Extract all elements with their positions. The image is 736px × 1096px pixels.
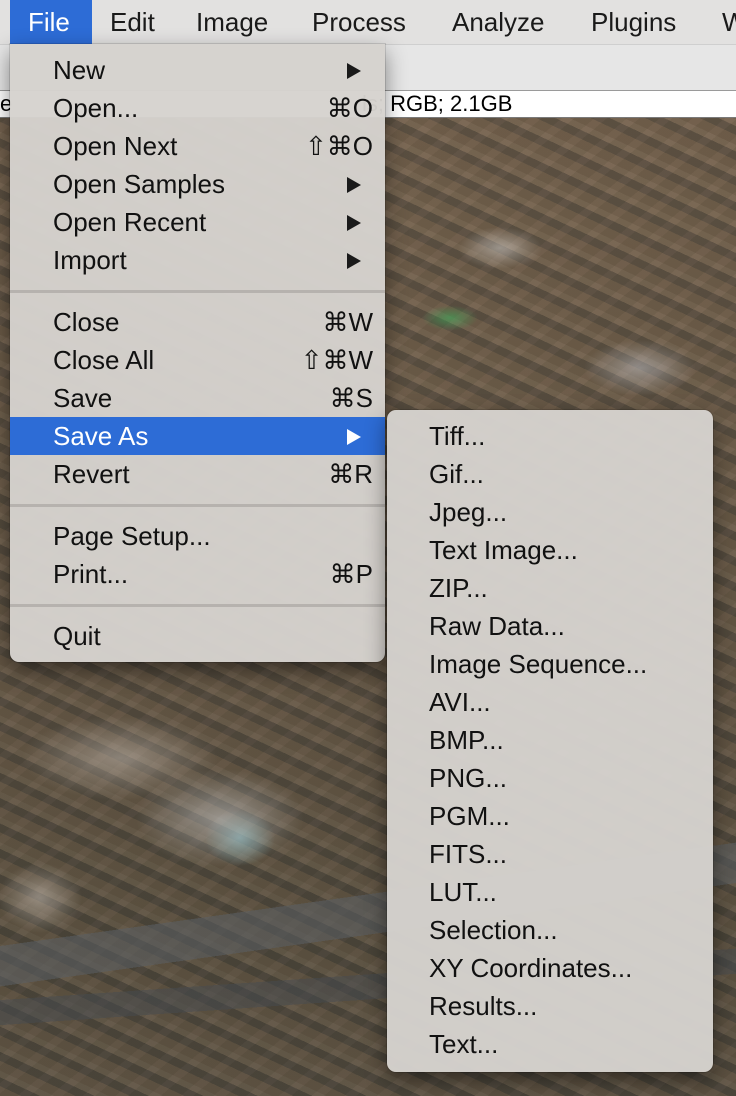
- menu-image[interactable]: Image: [178, 0, 286, 44]
- menu-item-label: Jpeg...: [429, 497, 508, 527]
- save-as-pgm[interactable]: PGM...: [387, 797, 713, 835]
- save-as-bmp[interactable]: BMP...: [387, 721, 713, 759]
- save-as-submenu: Tiff... Gif... Jpeg... Text Image... ZIP…: [387, 410, 713, 1072]
- menu-item-shortcut: ⇧⌘O: [304, 131, 373, 161]
- menu-item-open-next[interactable]: Open Next ⇧⌘O: [10, 127, 385, 165]
- menu-item-label: Open Recent: [53, 207, 207, 237]
- menu-plugins[interactable]: Plugins: [573, 0, 694, 44]
- menu-item-label: AVI...: [429, 687, 491, 717]
- menu-edit[interactable]: Edit: [92, 0, 173, 44]
- save-as-xy-coordinates[interactable]: XY Coordinates...: [387, 949, 713, 987]
- menu-item-shortcut: ⌘O: [326, 93, 373, 123]
- menu-item-label: Selection...: [429, 915, 558, 945]
- save-as-jpeg[interactable]: Jpeg...: [387, 493, 713, 531]
- save-as-avi[interactable]: AVI...: [387, 683, 713, 721]
- menu-item-print[interactable]: Print... ⌘P: [10, 555, 385, 593]
- menu-item-import[interactable]: Import: [10, 241, 385, 279]
- menu-item-label: PNG...: [429, 763, 508, 793]
- menu-item-shortcut: ⌘W: [322, 307, 373, 337]
- menu-item-save-as[interactable]: Save As: [10, 417, 385, 455]
- menu-item-label: Close All: [53, 345, 155, 375]
- menu-item-label: Text...: [429, 1029, 499, 1059]
- menu-item-label: Save As: [53, 421, 149, 451]
- menu-item-label: Open...: [53, 93, 139, 123]
- menu-separator: [10, 604, 385, 607]
- save-as-fits[interactable]: FITS...: [387, 835, 713, 873]
- submenu-arrow-icon: [347, 253, 361, 269]
- menu-item-label: BMP...: [429, 725, 504, 755]
- submenu-arrow-icon: [347, 177, 361, 193]
- menu-item-label: Results...: [429, 991, 538, 1021]
- menu-item-label: XY Coordinates...: [429, 953, 633, 983]
- save-as-text-image[interactable]: Text Image...: [387, 531, 713, 569]
- save-as-selection[interactable]: Selection...: [387, 911, 713, 949]
- menu-analyze[interactable]: Analyze: [434, 0, 563, 44]
- save-as-tiff[interactable]: Tiff...: [387, 417, 713, 455]
- menu-item-quit[interactable]: Quit: [10, 617, 385, 655]
- save-as-zip[interactable]: ZIP...: [387, 569, 713, 607]
- menu-item-save[interactable]: Save ⌘S: [10, 379, 385, 417]
- submenu-arrow-icon: [347, 215, 361, 231]
- menu-item-label: Print...: [53, 559, 129, 589]
- menu-item-label: Quit: [53, 621, 101, 651]
- menu-item-revert[interactable]: Revert ⌘R: [10, 455, 385, 493]
- menu-item-label: Import: [53, 245, 127, 275]
- save-as-raw-data[interactable]: Raw Data...: [387, 607, 713, 645]
- menu-item-shortcut: ⌘S: [329, 383, 373, 413]
- menu-item-close[interactable]: Close ⌘W: [10, 303, 385, 341]
- menu-item-label: Page Setup...: [53, 521, 211, 551]
- menu-item-label: New: [53, 55, 106, 85]
- menu-item-shortcut: ⇧⌘W: [300, 345, 373, 375]
- save-as-png[interactable]: PNG...: [387, 759, 713, 797]
- menu-item-open[interactable]: Open... ⌘O: [10, 89, 385, 127]
- menu-item-open-samples[interactable]: Open Samples: [10, 165, 385, 203]
- menu-item-label: FITS...: [429, 839, 507, 869]
- save-as-text[interactable]: Text...: [387, 1025, 713, 1063]
- menu-item-open-recent[interactable]: Open Recent: [10, 203, 385, 241]
- menu-item-shortcut: ⌘R: [328, 459, 373, 489]
- menu-item-label: Gif...: [429, 459, 484, 489]
- submenu-arrow-icon: [347, 63, 361, 79]
- menubar: File Edit Image Process Analyze Plugins …: [0, 0, 736, 45]
- menu-item-label: Raw Data...: [429, 611, 565, 641]
- menu-item-close-all[interactable]: Close All ⇧⌘W: [10, 341, 385, 379]
- menu-item-label: Text Image...: [429, 535, 578, 565]
- save-as-image-sequence[interactable]: Image Sequence...: [387, 645, 713, 683]
- save-as-gif[interactable]: Gif...: [387, 455, 713, 493]
- menu-item-label: Image Sequence...: [429, 649, 648, 679]
- submenu-arrow-icon: [347, 429, 361, 445]
- menu-separator: [10, 504, 385, 507]
- menu-item-new[interactable]: New: [10, 51, 385, 89]
- menu-item-label: Tiff...: [429, 421, 486, 451]
- save-as-results[interactable]: Results...: [387, 987, 713, 1025]
- menu-item-label: Revert: [53, 459, 130, 489]
- file-menu: New Open... ⌘O Open Next ⇧⌘O Open Sample…: [10, 44, 385, 662]
- save-as-lut[interactable]: LUT...: [387, 873, 713, 911]
- menu-separator: [10, 290, 385, 293]
- menu-item-label: PGM...: [429, 801, 510, 831]
- menu-item-label: ZIP...: [429, 573, 488, 603]
- menu-item-shortcut: ⌘P: [329, 559, 373, 589]
- menu-item-label: Close: [53, 307, 120, 337]
- menu-item-page-setup[interactable]: Page Setup...: [10, 517, 385, 555]
- menu-item-label: Open Samples: [53, 169, 225, 199]
- menu-file[interactable]: File: [10, 0, 92, 44]
- menu-item-label: Open Next: [53, 131, 178, 161]
- menu-window[interactable]: W: [704, 0, 736, 44]
- menu-process[interactable]: Process: [294, 0, 424, 44]
- menu-item-label: Save: [53, 383, 113, 413]
- menu-item-label: LUT...: [429, 877, 497, 907]
